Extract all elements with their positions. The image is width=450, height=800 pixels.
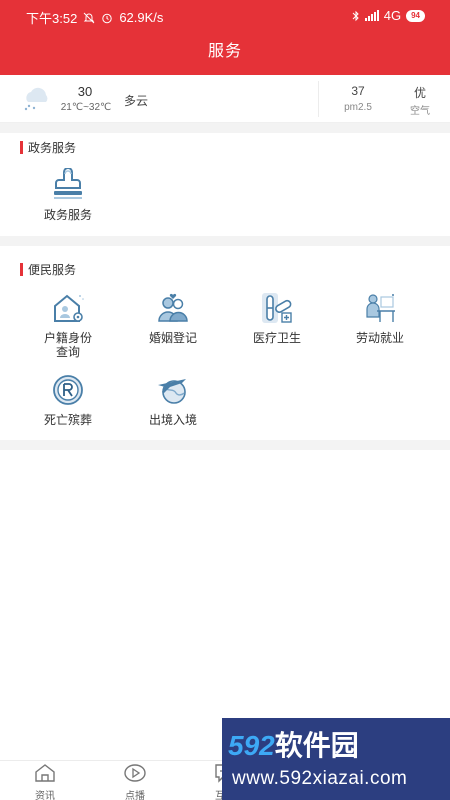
couple-icon [158,293,188,322]
service-funeral[interactable]: 死亡殡葬 [20,373,116,427]
service-label: 婚姻登记 [148,331,197,345]
service-label: 死亡殡葬 [43,413,92,427]
weather-divider [318,81,319,117]
pm25-label: pm2.5 [344,102,372,113]
tab-news[interactable]: 资讯 [0,763,90,800]
status-network: 4G [383,8,402,23]
tab-vod[interactable]: 点播 [90,763,180,800]
watermark-logo: 592软件园 www.592xiazai.com [222,718,450,800]
service-label: 医疗卫生 [252,331,301,345]
signal-icon [364,10,379,21]
watermark-brand: 592软件园 [228,724,359,764]
civil-section-title: 便民服务 [20,261,76,278]
status-net-speed: 62.9K/s [119,10,164,25]
service-label: 出境入境 [148,413,197,427]
section-divider [0,440,450,450]
medical-icon [262,293,292,323]
status-left: 下午3:52 62.9K/s [26,8,163,27]
worker-desk-icon [366,294,395,322]
play-icon [124,764,146,782]
weather-temperature: 30 [77,84,93,99]
status-bar: 下午3:52 62.9K/s 4G 94 [0,0,450,32]
section-marker [20,141,23,154]
service-marriage[interactable]: 婚姻登记 [125,291,221,345]
pm25-value: 37 [351,84,365,98]
air-quality-value: 优 [413,86,426,100]
watermark-url: www.592xiazai.com [232,768,408,789]
service-entry-exit[interactable]: 出境入境 [125,373,221,427]
service-gov[interactable]: 政务服务 [20,168,116,222]
weather-temp-range: 21℃~32℃ [60,102,112,113]
civil-section-title-text: 便民服务 [28,263,77,277]
plane-globe-icon [158,379,186,404]
stamp-icon [54,168,82,199]
page-title: 服务 [207,43,242,60]
weather-bar[interactable]: 30 21℃~32℃ 多云 37 pm2.5 优 空气 [0,75,450,123]
status-right: 4G 94 [352,8,425,23]
watermark-brand-text: 软件园 [274,730,359,761]
bluetooth-icon [352,10,359,21]
service-label: 劳动就业 [355,331,404,345]
section-divider [0,123,450,133]
bell-off-icon [83,12,95,23]
tab-label: 资讯 [35,791,55,800]
section-divider [0,236,450,246]
gov-section-title: 政务服务 [20,139,76,156]
house-gear-icon [54,294,84,322]
service-label-line2: 查询 [55,345,80,359]
status-time: 下午3:52 [26,11,78,26]
service-employment[interactable]: 劳动就业 [332,291,428,345]
funeral-icon [53,375,83,405]
alarm-icon [102,13,113,23]
watermark-brand-number: 592 [228,730,275,761]
service-label-line1: 户籍身份 [43,331,92,345]
service-label: 政务服务 [43,208,92,222]
cloudy-rain-icon [24,87,48,111]
gov-section-title-text: 政务服务 [28,141,77,155]
home-icon [35,764,55,782]
service-household-registration[interactable]: 户籍身份 查询 [20,291,116,359]
service-label: 户籍身份 查询 [20,331,116,359]
service-medical[interactable]: 医疗卫生 [229,291,325,345]
battery-icon: 94 [406,9,425,22]
air-quality-label: 空气 [410,106,430,117]
section-marker [20,263,23,276]
app-header: 下午3:52 62.9K/s 4G 94 服务 [0,0,450,75]
weather-condition: 多云 [124,94,149,108]
tab-label: 点播 [125,791,145,800]
